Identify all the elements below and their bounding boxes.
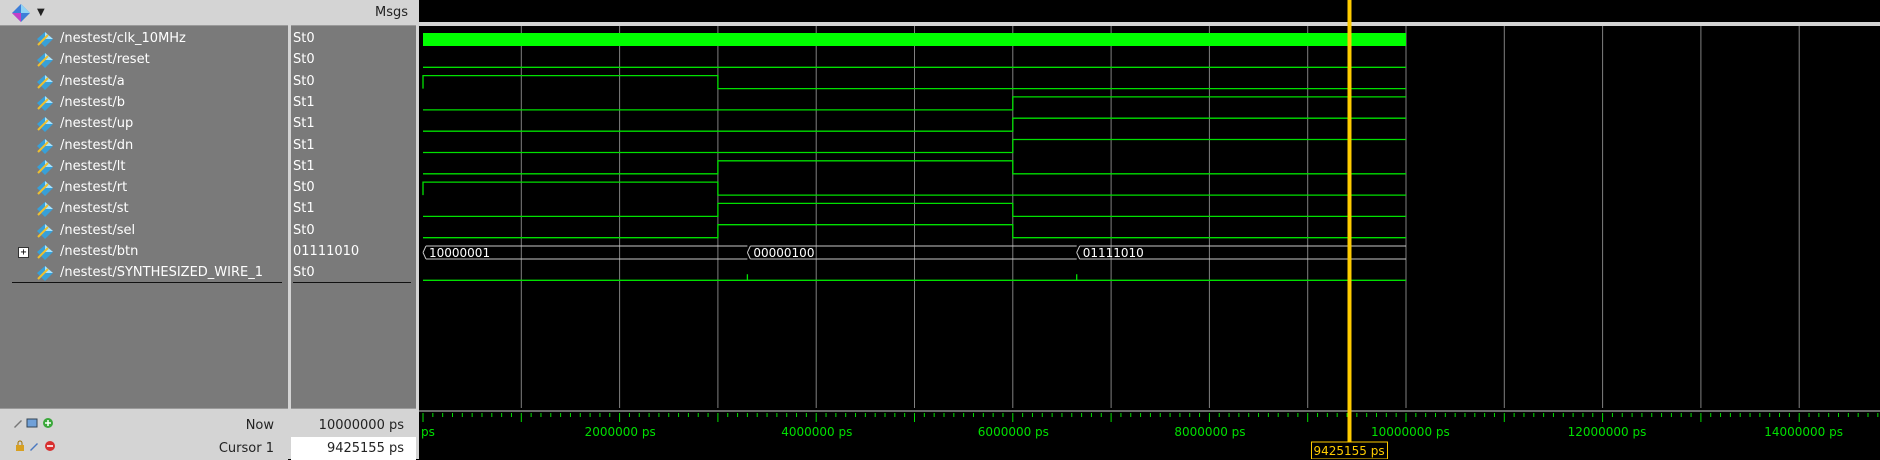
waveform-pane[interactable]: 10000001 00000100 01111010 ps 2000000 ps 4000… [419,0,1880,459]
signal-name: /nestest/btn [60,244,139,259]
signal-value-row: St0 [291,221,416,242]
names-header: ▼ [0,0,288,26]
signal-value-row: St1 [291,114,416,135]
signal-icon [37,138,53,154]
timeline-tick-label: 2000000 ps [585,425,656,439]
signal-value: St1 [293,137,315,153]
cursor-label: Cursor 1 [218,441,274,456]
signal-value-row: St1 [291,136,416,157]
signal-name: /nestest/a [60,73,125,89]
chevron-down-icon[interactable]: ▼ [37,7,45,18]
signal-icon [37,117,53,133]
clock-waveform [423,33,1406,46]
timeline-tick-label: 14000000 ps [1764,425,1843,439]
edit-cursor-icon[interactable] [28,440,40,452]
signal-name: /nestest/clk_10MHz [60,31,186,46]
delete-cursor-icon[interactable] [44,440,56,452]
cursor-value: 9425155 ps [326,441,404,456]
timeline-tick-label: 10000000 ps [1371,425,1450,439]
signal-value: St0 [293,222,315,238]
signal-row[interactable]: /nestest/rt [0,178,288,199]
bus-value-label: 10000001 [429,246,490,260]
signal-icon [37,266,53,282]
signal-value-row: St0 [291,29,416,50]
expand-icon[interactable]: + [18,247,29,258]
list-end-divider [12,281,282,283]
signal-value: 01111010 [293,244,360,259]
now-value: 10000000 ps [318,418,404,433]
cursor-value-box[interactable]: 9425155 ps [291,437,416,460]
msgs-header-label: Msgs [374,5,408,20]
signal-value-row: St0 [291,178,416,199]
window-icon[interactable] [26,417,38,429]
signal-row[interactable]: /nestest/dn [0,136,288,157]
lock-icon[interactable] [14,440,26,452]
signal-value: St0 [293,180,315,196]
signal-value: St0 [293,52,315,68]
signal-name: /nestest/b [60,94,125,110]
signal-icon [37,159,53,175]
signal-row[interactable]: /nestest/clk_10MHz [0,29,288,50]
signal-icon [37,181,53,197]
signal-row[interactable]: /nestest/lt [0,157,288,178]
timeline-tick-label: 12000000 ps [1568,425,1647,439]
signal-name: /nestest/rt [60,180,128,196]
signal-value: St1 [293,94,315,110]
signal-value-row: St0 [291,50,416,71]
signal-icon [37,95,53,111]
values-status-bar: 10000000 ps 9425155 ps [291,408,416,460]
values-header: Msgs [291,0,416,26]
timeline-tick-label: 6000000 ps [978,425,1049,439]
signal-name: /nestest/sel [60,222,136,238]
signal-row[interactable]: /nestest/st [0,199,288,220]
signal-name: /nestest/dn [60,137,134,153]
signal-row[interactable]: /nestest/a [0,72,288,93]
signal-icon [37,53,53,69]
signal-name: /nestest/reset [60,52,150,68]
names-status-bar: Now Cursor 1 [0,408,288,460]
cursor-label: 9425155 ps [1313,444,1384,458]
list-end-divider [293,281,411,283]
signal-name: /nestest/st [60,201,129,217]
signal-value: St1 [293,201,315,217]
signal-name: /nestest/SYNTHESIZED_WIRE_1 [60,265,264,281]
bus-signal-icon [37,245,53,260]
signal-name: /nestest/up [60,116,134,132]
signal-value-row: St1 [291,93,416,114]
signal-row[interactable]: /nestest/up [0,114,288,135]
signal-value: St1 [293,116,315,132]
timeline-tick-label: ps [421,425,435,439]
signal-icon [37,32,53,47]
bus-value-label: 00000100 [753,246,814,260]
signal-name: /nestest/lt [60,158,126,174]
wave-header-border [419,22,1880,26]
signal-row[interactable]: /nestest/sel [0,221,288,242]
wave-menu-icon[interactable] [10,3,32,23]
signal-value-row: 01111010 [291,242,416,263]
signal-value: St0 [293,73,315,89]
signal-value-row: St1 [291,199,416,220]
signal-value: St1 [293,158,315,174]
waveform-canvas[interactable]: 10000001 00000100 01111010 ps 2000000 ps 4000… [419,0,1880,459]
signal-icon [37,74,53,90]
signal-value: St0 [293,31,315,46]
signal-value: St0 [293,265,315,281]
wave-header [419,0,1880,25]
timeline-tick-label: 4000000 ps [781,425,852,439]
signal-value-row: St1 [291,157,416,178]
signal-row[interactable]: /nestest/b [0,93,288,114]
signal-value-row: St0 [291,72,416,93]
add-cursor-icon[interactable] [42,417,54,429]
signal-row[interactable]: /nestest/reset [0,50,288,71]
bus-value-label: 01111010 [1083,246,1144,260]
now-label: Now [245,418,274,433]
signal-icon [37,202,53,218]
signal-row[interactable]: + /nestest/btn [0,242,288,263]
signal-icon [37,223,53,239]
signal-values-pane: Msgs St0 St0 St0 St1 St1 St1 St1 St0 St1 St0 01111… [291,0,416,460]
pencil-icon[interactable] [12,417,24,429]
timeline-tick-label: 8000000 ps [1174,425,1245,439]
signal-names-pane: ▼ /nestest/clk_10MHz/nestest/reset/neste… [0,0,288,460]
